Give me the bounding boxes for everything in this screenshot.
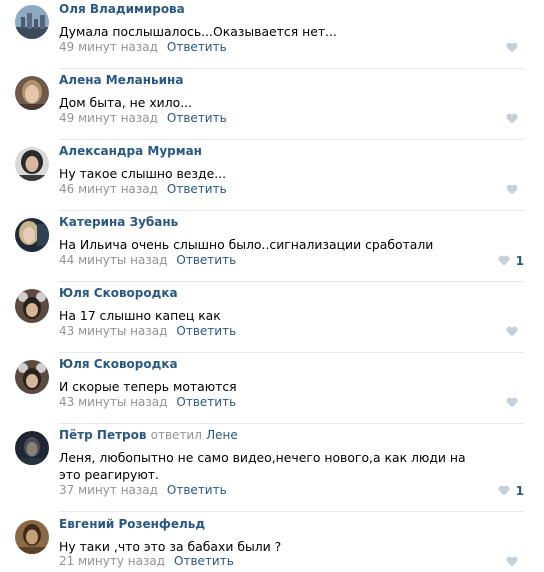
comment-item: Пётр Петров ответил Лене Леня, любопытно… bbox=[0, 428, 544, 516]
divider bbox=[59, 68, 524, 69]
comment-meta: 49 минут назад Ответить bbox=[59, 40, 227, 55]
like-button[interactable] bbox=[506, 554, 524, 569]
heart-icon bbox=[506, 556, 518, 567]
avatar[interactable] bbox=[15, 431, 49, 465]
comment-text: И скорые теперь мотаются bbox=[59, 379, 237, 394]
divider bbox=[59, 210, 524, 211]
heart-icon bbox=[498, 255, 510, 266]
comment-meta: 46 минут назад Ответить bbox=[59, 182, 227, 197]
avatar[interactable] bbox=[15, 360, 49, 394]
comment-item: Алена Меланьина Дом быта, не хило... 49 … bbox=[0, 73, 544, 143]
avatar[interactable] bbox=[15, 147, 49, 181]
comment-text: Дом быта, не хило... bbox=[59, 95, 193, 110]
like-button[interactable] bbox=[506, 40, 524, 55]
reply-button[interactable]: Ответить bbox=[167, 111, 227, 125]
comment-meta: 43 минуты назад Ответить bbox=[59, 395, 236, 410]
divider bbox=[59, 511, 524, 512]
comment-meta: 21 минуту назад Ответить bbox=[59, 554, 234, 569]
like-button[interactable] bbox=[506, 111, 524, 126]
heart-icon bbox=[506, 326, 518, 337]
author-name[interactable]: Александра Мурман bbox=[59, 144, 202, 159]
comment-time[interactable]: 43 минуты назад bbox=[59, 324, 167, 338]
like-count: 1 bbox=[515, 253, 524, 268]
reply-button[interactable]: Ответить bbox=[176, 395, 236, 409]
reply-target-link[interactable]: Лене bbox=[206, 428, 238, 442]
comment-text: Думала послышалось...Оказывается нет... bbox=[59, 24, 337, 39]
divider bbox=[59, 139, 524, 140]
avatar[interactable] bbox=[15, 289, 49, 323]
divider bbox=[59, 281, 524, 282]
heart-icon bbox=[506, 42, 518, 53]
author-name[interactable]: Оля Владимирова bbox=[59, 2, 185, 17]
heart-icon bbox=[506, 184, 518, 195]
comment-meta: 43 минуты назад Ответить bbox=[59, 324, 236, 339]
comment-text: Ну такое слышно везде... bbox=[59, 166, 227, 181]
author-link[interactable]: Пётр Петров bbox=[59, 428, 146, 442]
avatar[interactable] bbox=[15, 5, 49, 39]
author-name: Пётр Петров ответил Лене bbox=[59, 428, 238, 443]
reply-button[interactable]: Ответить bbox=[167, 483, 227, 497]
avatar[interactable] bbox=[15, 76, 49, 110]
like-button[interactable]: 1 bbox=[498, 253, 524, 268]
comment-time[interactable]: 21 минуту назад bbox=[59, 554, 165, 568]
reply-button[interactable]: Ответить bbox=[174, 554, 234, 568]
comments-feed: Оля Владимирова Думала послышалось...Ока… bbox=[0, 0, 544, 572]
comment-time[interactable]: 44 минуты назад bbox=[59, 253, 167, 267]
heart-icon bbox=[506, 113, 518, 124]
avatar[interactable] bbox=[15, 218, 49, 252]
like-button[interactable]: 1 bbox=[498, 483, 524, 498]
comment-time[interactable]: 37 минут назад bbox=[59, 483, 158, 497]
like-count: 1 bbox=[515, 483, 524, 498]
author-name[interactable]: Евгений Розенфельд bbox=[59, 517, 205, 532]
divider bbox=[59, 352, 524, 353]
author-name[interactable]: Юля Сковородка bbox=[59, 357, 178, 372]
comment-meta: 37 минут назад Ответить bbox=[59, 483, 227, 498]
heart-icon bbox=[506, 397, 518, 408]
comment-item: Катерина Зубань На Ильича очень слышно б… bbox=[0, 215, 544, 285]
comment-time[interactable]: 43 минуты назад bbox=[59, 395, 167, 409]
comment-item: Юля Сковородка На 17 слышно капец как 43… bbox=[0, 286, 544, 356]
avatar[interactable] bbox=[15, 520, 49, 554]
divider bbox=[59, 423, 524, 424]
comment-text: Леня, любопытно не само видео,нечего нов… bbox=[59, 450, 466, 482]
comment-item: Юля Сковородка И скорые теперь мотаются … bbox=[0, 357, 544, 427]
reply-button[interactable]: Ответить bbox=[176, 324, 236, 338]
reply-indicator: ответил bbox=[150, 428, 202, 442]
reply-button[interactable]: Ответить bbox=[176, 253, 236, 267]
like-button[interactable] bbox=[506, 182, 524, 197]
heart-icon bbox=[498, 485, 510, 496]
comment-time[interactable]: 46 минут назад bbox=[59, 182, 158, 196]
like-button[interactable] bbox=[506, 395, 524, 410]
author-name[interactable]: Катерина Зубань bbox=[59, 215, 178, 230]
comment-meta: 44 минуты назад Ответить bbox=[59, 253, 236, 268]
comment-time[interactable]: 49 минут назад bbox=[59, 111, 158, 125]
comment-item: Евгений Розенфельд Ну таки ,что это за б… bbox=[0, 517, 544, 572]
author-name[interactable]: Юля Сковородка bbox=[59, 286, 178, 301]
comment-time[interactable]: 49 минут назад bbox=[59, 40, 158, 54]
comment-meta: 49 минут назад Ответить bbox=[59, 111, 227, 126]
comment-item: Оля Владимирова Думала послышалось...Ока… bbox=[0, 2, 544, 72]
comment-text: На 17 слышно капец как bbox=[59, 308, 221, 323]
like-button[interactable] bbox=[506, 324, 524, 339]
comment-item: Александра Мурман Ну такое слышно везде.… bbox=[0, 144, 544, 214]
comment-text: На Ильича очень слышно было..сигнализаци… bbox=[59, 237, 434, 252]
comment-text: Ну таки ,что это за бабахи были ? bbox=[59, 539, 282, 554]
reply-button[interactable]: Ответить bbox=[167, 182, 227, 196]
author-name[interactable]: Алена Меланьина bbox=[59, 73, 183, 88]
reply-button[interactable]: Ответить bbox=[167, 40, 227, 54]
